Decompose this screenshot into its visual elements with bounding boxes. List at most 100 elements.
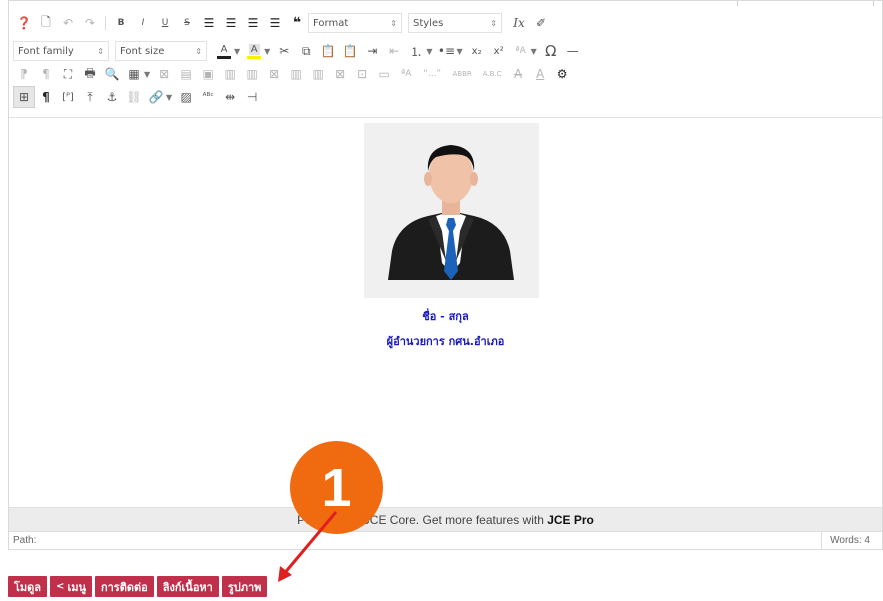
person-name: ชื่อ - สกุล [422,310,469,323]
chevron-down-icon[interactable]: ▼ [531,47,537,56]
row-before-icon[interactable]: ▥ [219,63,241,85]
clear-formatting-icon[interactable]: Ix [508,12,530,34]
help-icon[interactable]: ❓ [13,12,35,34]
row-after-icon[interactable]: ▥ [241,63,263,85]
del-icon[interactable]: A [507,63,529,85]
print-icon[interactable]: 🖶 [79,63,101,85]
unlink-icon[interactable]: ⛓ [123,86,145,108]
merge-cells-icon[interactable]: ▭ [373,63,395,85]
article-link-button[interactable]: ลิงก์เนื้อหา [156,576,219,597]
font-family-select[interactable]: Font family ⇕ [13,41,109,61]
search-icon[interactable]: 🔍 [101,63,123,85]
image-button[interactable]: รูปภาพ [221,576,268,597]
undo-icon[interactable]: ↶ [57,12,79,34]
chevron-down-icon[interactable]: ▼ [264,47,270,56]
link-icon[interactable]: 🔗 [145,86,167,108]
chevron-down-icon[interactable]: ▼ [144,70,150,79]
font-family-label: Font family [18,45,74,57]
underline-icon[interactable]: U [154,12,176,34]
chevron-down-icon[interactable]: ▼ [456,47,462,56]
align-center-icon[interactable]: ☰ [220,12,242,34]
fullscreen-icon[interactable]: ⛶ [57,63,79,85]
align-left-icon[interactable]: ☰ [198,12,220,34]
toolbar-row-4: ⊞ ¶ [ᴾ] ⤒ ⚓ ⛓ 🔗 ▼ ▨ ᴬᴮᶜ ⇹ ⊣ [13,86,263,108]
styles-select-label: Styles [413,17,444,29]
module-button[interactable]: โมดูล [8,576,48,597]
image-button-label: รูปภาพ [227,580,262,594]
highlight-color-icon[interactable]: A [243,40,265,62]
toolbar-row-2: Font family ⇕ Font size ⇕ A ▼ A ▼ ✂ ⧉ 📋 … [13,40,584,62]
module-button-label: โมดูล [14,580,42,594]
table-row-props-icon[interactable]: ▤ [175,63,197,85]
show-blocks-icon[interactable]: ¶ [35,86,57,108]
menu-button[interactable]: < เมนู [50,576,92,597]
special-character-icon[interactable]: Ω [540,40,562,62]
share-icon: < [56,581,65,592]
format-select[interactable]: Format ⇕ [308,13,402,33]
align-right-icon[interactable]: ☰ [242,12,264,34]
rtl-icon[interactable]: ¶ [35,63,57,85]
delete-row-icon[interactable]: ⊠ [263,63,285,85]
table-cell-props-icon[interactable]: ▣ [197,63,219,85]
cleanup-icon[interactable]: ✐ [530,12,552,34]
table-delete-icon[interactable]: ⊠ [153,63,175,85]
path-label: Path: [13,535,37,546]
blockquote-icon[interactable]: ❝ [286,12,308,34]
anchor-icon[interactable]: ⚓ [101,86,123,108]
copy-icon[interactable]: ⧉ [295,40,317,62]
paste-icon[interactable]: 📋 [317,40,339,62]
article-icon[interactable]: ⊣ [241,86,263,108]
ins-icon[interactable]: A [529,63,551,85]
select-arrow-icon: ⇕ [97,46,104,56]
split-cells-icon[interactable]: ⊡ [351,63,373,85]
nonbreaking-icon[interactable]: ⇹ [219,86,241,108]
strikethrough-icon[interactable]: S [176,12,198,34]
indent-icon[interactable]: ⇥ [361,40,383,62]
text-color-icon[interactable]: A [213,40,235,62]
upload-icon[interactable]: ⤒ [79,86,101,108]
format-select-label: Format [313,17,349,29]
chevron-down-icon[interactable]: ▼ [166,93,172,102]
chevron-down-icon[interactable]: ▼ [426,47,432,56]
cite-icon[interactable]: “...” [417,63,447,85]
contact-button-label: การติดต่อ [100,580,148,594]
select-arrow-icon: ⇕ [490,18,497,28]
abbr-icon[interactable]: ABBR [447,63,477,85]
font-size-label: Font size [120,45,165,57]
status-bar: Path: Words: 4 [9,531,882,550]
style-icon[interactable]: ªA [395,63,417,85]
chevron-down-icon[interactable]: ▼ [234,47,240,56]
cut-icon[interactable]: ✂ [273,40,295,62]
paste-text-icon[interactable]: 📋 [339,40,361,62]
font-size-select[interactable]: Font size ⇕ [115,41,207,61]
jce-pro-link[interactable]: JCE Pro [547,513,594,527]
align-justify-icon[interactable]: ☰ [264,12,286,34]
editor-content[interactable]: ชื่อ - สกุล ผู้อำนวยการ กศน.อำเภอ [9,119,882,507]
acronym-icon[interactable]: A.B.C [477,63,507,85]
editor-toolbar: ❓ 🗋 ↶ ↷ B I U S ☰ ☰ ☰ ☰ ❝ Format ⇕ Style… [9,6,882,118]
styles-select[interactable]: Styles ⇕ [408,13,502,33]
bold-icon[interactable]: B [110,12,132,34]
horizontal-rule-icon[interactable]: — [562,40,584,62]
font-size-adjust-icon[interactable]: ªA [510,40,532,62]
outdent-icon[interactable]: ⇤ [383,40,405,62]
profile-photo [364,123,539,298]
gear-icon[interactable]: ⚙ [551,63,573,85]
superscript-icon[interactable]: x² [488,40,510,62]
template-icon[interactable]: [ᴾ] [57,86,79,108]
col-after-icon[interactable]: ▥ [307,63,329,85]
visual-aid-icon[interactable]: ⊞ [13,86,35,108]
image-icon[interactable]: ▨ [175,86,197,108]
bullet-list-icon[interactable]: •≡ [435,40,457,62]
new-document-icon[interactable]: 🗋 [35,12,57,34]
redo-icon[interactable]: ↷ [79,12,101,34]
subscript-icon[interactable]: x₂ [466,40,488,62]
delete-col-icon[interactable]: ⊠ [329,63,351,85]
ltr-icon[interactable]: ⁋ [13,63,35,85]
table-icon[interactable]: ▦ [123,63,145,85]
italic-icon[interactable]: I [132,12,154,34]
contact-button[interactable]: การติดต่อ [94,576,154,597]
numbered-list-icon[interactable]: ⒈ [405,40,427,62]
spellcheck-icon[interactable]: ᴬᴮᶜ [197,86,219,108]
col-before-icon[interactable]: ▥ [285,63,307,85]
